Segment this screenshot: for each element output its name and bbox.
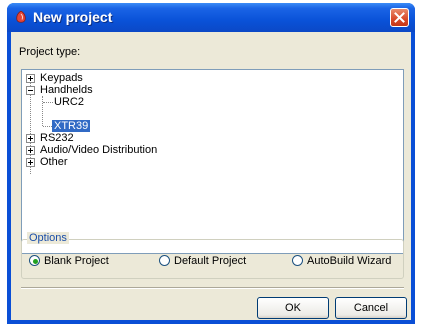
title-bar[interactable]: New project xyxy=(7,3,415,32)
plus-icon[interactable] xyxy=(26,74,35,83)
tree-item-audio-video-distribution[interactable]: Audio/Video Distribution xyxy=(40,144,157,156)
new-project-dialog: New project Project type: Keypads Handhe… xyxy=(7,3,415,324)
default-project-label: Default Project xyxy=(174,255,247,267)
radio-circle xyxy=(292,255,303,266)
autobuild-wizard-label: AutoBuild Wizard xyxy=(307,255,392,267)
options-title: Options xyxy=(27,232,69,244)
app-icon xyxy=(16,11,26,23)
dialog-body: Project type: Keypads Handhelds URC2 XTR… xyxy=(11,32,411,320)
plus-icon[interactable] xyxy=(26,158,35,167)
tree-item-rs232[interactable]: RS232 xyxy=(40,132,74,144)
ok-button[interactable]: OK xyxy=(257,297,329,319)
tree-item-xtr39[interactable]: XTR39 xyxy=(52,120,91,132)
cancel-button[interactable]: Cancel xyxy=(335,297,407,319)
separator xyxy=(21,287,404,289)
radio-circle xyxy=(29,255,40,266)
tree-item-other[interactable]: Other xyxy=(40,156,68,168)
tree-item-keypads[interactable]: Keypads xyxy=(40,72,83,84)
tree-connector xyxy=(42,96,44,126)
tree-connector xyxy=(43,126,52,128)
tree-connector xyxy=(43,102,53,104)
project-type-label: Project type: xyxy=(19,46,81,58)
radio-circle xyxy=(159,255,170,266)
minus-icon[interactable] xyxy=(26,86,35,95)
tree-item-urc2[interactable]: URC2 xyxy=(54,96,84,108)
plus-icon[interactable] xyxy=(26,134,35,143)
tree-item-handhelds[interactable]: Handhelds xyxy=(40,84,93,96)
project-type-tree[interactable]: Keypads Handhelds URC2 XTR39 RS232 Audio… xyxy=(21,69,404,254)
blank-project-label: Blank Project xyxy=(44,255,109,267)
plus-icon[interactable] xyxy=(26,146,35,155)
close-button[interactable] xyxy=(390,8,409,27)
window-title: New project xyxy=(33,9,113,25)
close-icon xyxy=(394,12,405,23)
radio-dot xyxy=(33,259,38,264)
